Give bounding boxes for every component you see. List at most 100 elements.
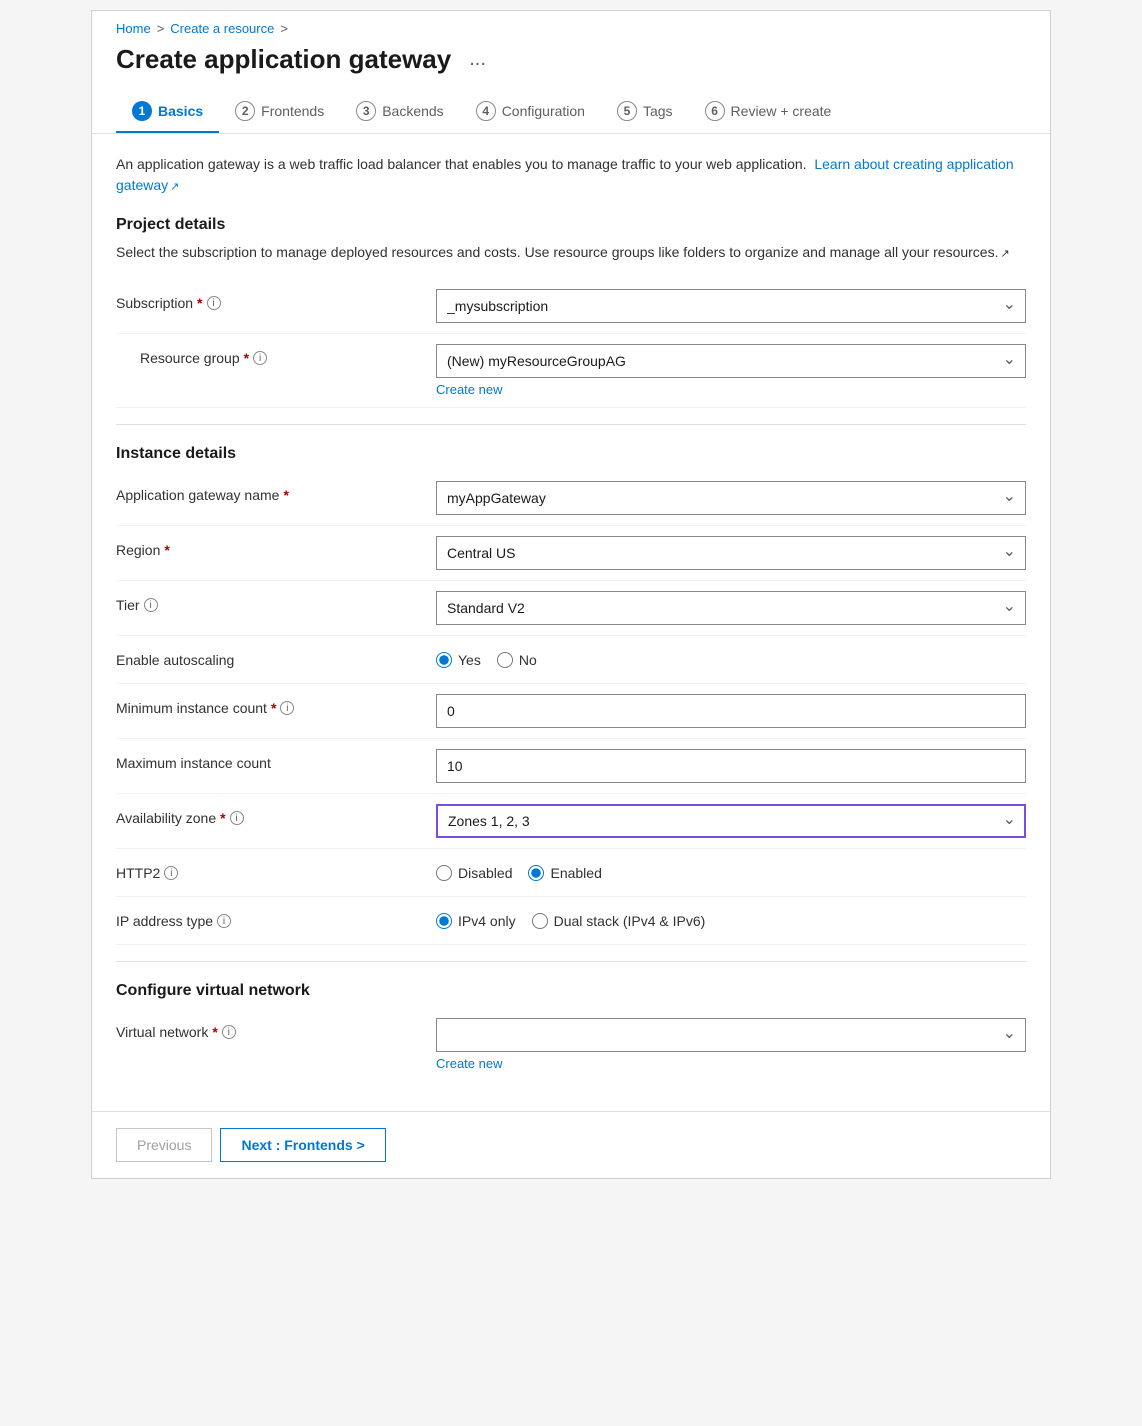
region-required: *: [164, 542, 169, 558]
autoscaling-no-radio[interactable]: [497, 652, 513, 668]
min-instance-input[interactable]: [436, 694, 1026, 728]
virtual-network-label: Virtual network * i: [116, 1018, 436, 1040]
previous-button[interactable]: Previous: [116, 1128, 212, 1162]
breadcrumb-home[interactable]: Home: [116, 21, 151, 36]
tab-review-label: Review + create: [731, 103, 832, 119]
tier-info-icon[interactable]: i: [144, 598, 158, 612]
ellipsis-button[interactable]: ...: [463, 46, 492, 73]
http2-disabled-label[interactable]: Disabled: [436, 865, 512, 881]
dual-stack-label[interactable]: Dual stack (IPv4 & IPv6): [532, 913, 706, 929]
ipv4-only-radio[interactable]: [436, 913, 452, 929]
http2-control: Disabled Enabled: [436, 859, 1026, 881]
gateway-name-label: Application gateway name *: [116, 481, 436, 503]
resource-group-label: Resource group * i: [116, 344, 436, 366]
resource-group-row: Resource group * i (New) myResourceGroup…: [116, 334, 1026, 408]
virtual-network-select[interactable]: [436, 1018, 1026, 1052]
http2-disabled-radio[interactable]: [436, 865, 452, 881]
autoscaling-yes-radio[interactable]: [436, 652, 452, 668]
tab-basics[interactable]: 1 Basics: [116, 91, 219, 133]
tab-backends[interactable]: 3 Backends: [340, 91, 459, 133]
footer: Previous Next : Frontends >: [92, 1111, 1050, 1178]
autoscaling-yes-label[interactable]: Yes: [436, 652, 481, 668]
tab-tags-number: 5: [617, 101, 637, 121]
project-details-title: Project details: [116, 216, 1026, 234]
http2-enabled-radio[interactable]: [528, 865, 544, 881]
virtual-network-control: Create new: [436, 1018, 1026, 1071]
autoscaling-no-label[interactable]: No: [497, 652, 537, 668]
max-instance-input[interactable]: [436, 749, 1026, 783]
resource-group-select[interactable]: (New) myResourceGroupAG: [436, 344, 1026, 378]
max-instance-label: Maximum instance count: [116, 749, 436, 771]
http2-row: HTTP2 i Disabled Enabled: [116, 849, 1026, 897]
gateway-name-control: [436, 481, 1026, 515]
ip-type-info-icon[interactable]: i: [217, 914, 231, 928]
availability-zone-select-wrapper: Zones 1, 2, 3: [436, 804, 1026, 838]
page-title: Create application gateway: [116, 44, 451, 75]
breadcrumb-sep1: >: [157, 21, 165, 36]
availability-zone-info-icon[interactable]: i: [230, 811, 244, 825]
max-instance-row: Maximum instance count: [116, 739, 1026, 794]
tab-frontends-label: Frontends: [261, 103, 324, 119]
subscription-label: Subscription * i: [116, 289, 436, 311]
tab-configuration-label: Configuration: [502, 103, 585, 119]
tab-configuration[interactable]: 4 Configuration: [460, 91, 601, 133]
tab-backends-label: Backends: [382, 103, 443, 119]
next-button[interactable]: Next : Frontends >: [220, 1128, 385, 1162]
gateway-name-row: Application gateway name *: [116, 471, 1026, 526]
virtual-network-info-icon[interactable]: i: [222, 1025, 236, 1039]
tab-review-create[interactable]: 6 Review + create: [689, 91, 848, 133]
autoscaling-label: Enable autoscaling: [116, 646, 436, 668]
tab-basics-label: Basics: [158, 103, 203, 119]
subscription-info-icon[interactable]: i: [207, 296, 221, 310]
virtual-network-row: Virtual network * i Create new: [116, 1008, 1026, 1081]
min-instance-label: Minimum instance count * i: [116, 694, 436, 716]
ip-address-type-label: IP address type i: [116, 907, 436, 929]
tab-basics-number: 1: [132, 101, 152, 121]
tier-label: Tier i: [116, 591, 436, 613]
tab-backends-number: 3: [356, 101, 376, 121]
region-label: Region *: [116, 536, 436, 558]
min-instance-required: *: [271, 700, 276, 716]
tab-frontends-number: 2: [235, 101, 255, 121]
ip-address-type-control: IPv4 only Dual stack (IPv4 & IPv6): [436, 907, 1026, 929]
ip-type-radio-group: IPv4 only Dual stack (IPv4 & IPv6): [436, 907, 1026, 929]
tab-tags[interactable]: 5 Tags: [601, 91, 689, 133]
region-select[interactable]: Central US: [436, 536, 1026, 570]
ipv4-only-label[interactable]: IPv4 only: [436, 913, 516, 929]
availability-zone-row: Availability zone * i Zones 1, 2, 3: [116, 794, 1026, 849]
min-instance-info-icon[interactable]: i: [280, 701, 294, 715]
availability-zone-select[interactable]: Zones 1, 2, 3: [436, 804, 1026, 838]
http2-info-icon[interactable]: i: [164, 866, 178, 880]
external-link-icon: ↗: [170, 179, 179, 196]
tab-bar: 1 Basics 2 Frontends 3 Backends 4 Config…: [92, 91, 1050, 134]
resource-group-info-icon[interactable]: i: [253, 351, 267, 365]
tab-configuration-number: 4: [476, 101, 496, 121]
region-select-wrapper: Central US: [436, 536, 1026, 570]
gateway-name-input[interactable]: [436, 481, 1026, 515]
tier-select[interactable]: Standard V2: [436, 591, 1026, 625]
tier-row: Tier i Standard V2: [116, 581, 1026, 636]
project-details-desc: Select the subscription to manage deploy…: [116, 242, 1026, 263]
subscription-row: Subscription * i _mysubscription: [116, 279, 1026, 334]
subscription-select[interactable]: _mysubscription: [436, 289, 1026, 323]
http2-enabled-label[interactable]: Enabled: [528, 865, 601, 881]
breadcrumb: Home > Create a resource >: [92, 11, 1050, 36]
breadcrumb-sep2: >: [280, 21, 288, 36]
http2-label: HTTP2 i: [116, 859, 436, 881]
resources-external-link-icon: ↗: [1001, 246, 1010, 263]
resource-group-control: (New) myResourceGroupAG Create new: [436, 344, 1026, 397]
resource-group-select-wrapper: (New) myResourceGroupAG: [436, 344, 1026, 378]
gateway-name-required: *: [283, 487, 288, 503]
virtual-network-create-new[interactable]: Create new: [436, 1056, 1026, 1071]
subscription-required: *: [197, 295, 202, 311]
main-content: An application gateway is a web traffic …: [92, 134, 1050, 1101]
min-instance-control: [436, 694, 1026, 728]
breadcrumb-create-resource[interactable]: Create a resource: [170, 21, 274, 36]
resource-group-create-new[interactable]: Create new: [436, 382, 1026, 397]
tab-frontends[interactable]: 2 Frontends: [219, 91, 340, 133]
tier-control: Standard V2: [436, 591, 1026, 625]
gateway-name-wrapper: [436, 481, 1026, 515]
ip-address-type-row: IP address type i IPv4 only Dual stack (…: [116, 897, 1026, 945]
dual-stack-radio[interactable]: [532, 913, 548, 929]
availability-zone-control: Zones 1, 2, 3: [436, 804, 1026, 838]
